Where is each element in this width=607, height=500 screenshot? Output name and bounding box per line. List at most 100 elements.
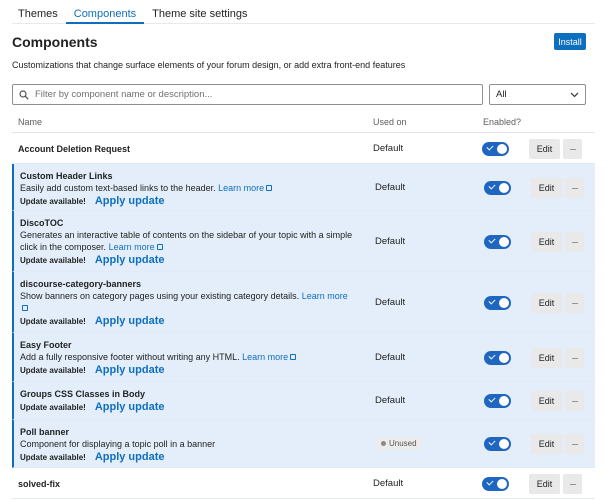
- apply-update-link[interactable]: Apply update: [95, 195, 165, 207]
- enabled-toggle[interactable]: [482, 477, 509, 491]
- component-name[interactable]: DiscoTOC: [20, 217, 355, 229]
- apply-update-link[interactable]: Apply update: [95, 254, 165, 266]
- apply-update-link[interactable]: Apply update: [95, 451, 165, 463]
- page-description: Customizations that change surface eleme…: [12, 60, 406, 70]
- more-options-button[interactable]: ···: [563, 474, 582, 494]
- search-icon: [19, 89, 29, 100]
- toggle-knob: [499, 183, 509, 193]
- update-line: Update available! Apply update: [20, 364, 355, 376]
- toggle-knob: [499, 298, 509, 308]
- apply-update-link[interactable]: Apply update: [95, 364, 165, 376]
- component-info: Account Deletion Request: [18, 143, 353, 155]
- update-available-label: Update available!: [20, 256, 86, 265]
- edit-button[interactable]: Edit: [531, 348, 562, 368]
- external-link-icon: [156, 244, 163, 250]
- edit-button[interactable]: Edit: [529, 139, 560, 159]
- tab-theme-site-settings[interactable]: Theme site settings: [144, 0, 255, 24]
- edit-button[interactable]: Edit: [531, 232, 562, 252]
- update-available-label: Update available!: [20, 403, 86, 412]
- tab-themes[interactable]: Themes: [12, 0, 66, 24]
- check-icon: [486, 478, 494, 486]
- component-name[interactable]: discourse-category-banners: [20, 278, 355, 290]
- filter-select[interactable]: All: [489, 84, 586, 105]
- check-icon: [486, 143, 494, 151]
- apply-update-link[interactable]: Apply update: [95, 401, 165, 413]
- toggle-knob: [499, 396, 509, 406]
- edit-button[interactable]: Edit: [531, 434, 562, 454]
- learn-more-link[interactable]: Learn more: [218, 183, 273, 193]
- table-row: Custom Header Links Easily add custom tex…: [12, 164, 595, 211]
- update-line: Update available! Apply update: [20, 315, 355, 327]
- status-dot-icon: [381, 441, 386, 446]
- update-available-label: Update available!: [20, 197, 86, 206]
- check-icon: [488, 182, 496, 190]
- more-options-button[interactable]: ···: [565, 391, 584, 411]
- component-name[interactable]: Easy Footer: [20, 339, 355, 351]
- used-on-value: Default: [375, 182, 406, 193]
- edit-button[interactable]: Edit: [531, 293, 562, 313]
- component-info: Groups CSS Classes in Body Update availab…: [20, 388, 355, 413]
- toggle-knob: [497, 144, 507, 154]
- table-row: solved-fix Default Edit ···: [12, 468, 595, 499]
- toggle-knob: [499, 237, 509, 247]
- table-row: Poll banner Component for displaying a to…: [12, 420, 595, 468]
- more-options-button[interactable]: ···: [565, 293, 584, 313]
- toggle-knob: [499, 353, 509, 363]
- table-row: Account Deletion Request Default Edit ···: [12, 133, 595, 164]
- description-text: Component for displaying a topic poll in…: [20, 439, 216, 449]
- unused-badge: Unused: [375, 437, 423, 450]
- unused-label: Unused: [389, 439, 417, 448]
- component-name[interactable]: Groups CSS Classes in Body: [20, 388, 355, 400]
- more-options-button[interactable]: ···: [563, 139, 582, 159]
- component-info: DiscoTOC Generates an interactive table o…: [20, 217, 355, 266]
- component-name[interactable]: Poll banner: [20, 426, 355, 438]
- apply-update-link[interactable]: Apply update: [95, 315, 165, 327]
- more-options-button[interactable]: ···: [565, 348, 584, 368]
- edit-button[interactable]: Edit: [529, 474, 560, 494]
- update-line: Update available! Apply update: [20, 254, 355, 266]
- install-button[interactable]: Install: [554, 33, 586, 50]
- edit-button[interactable]: Edit: [531, 391, 562, 411]
- component-info: Poll banner Component for displaying a to…: [20, 426, 355, 463]
- table-row: Groups CSS Classes in Body Update availab…: [12, 382, 595, 420]
- enabled-toggle[interactable]: [484, 394, 511, 408]
- enabled-toggle[interactable]: [484, 437, 511, 451]
- more-options-button[interactable]: ···: [565, 232, 584, 252]
- more-options-button[interactable]: ···: [565, 434, 584, 454]
- description-text: Add a fully responsive footer without wr…: [20, 352, 240, 362]
- enabled-toggle[interactable]: [484, 351, 511, 365]
- toggle-knob: [497, 479, 507, 489]
- enabled-toggle[interactable]: [484, 181, 511, 195]
- used-on-value: Default: [375, 395, 406, 406]
- header-used-on: Used on: [373, 117, 407, 127]
- description-text: Easily add custom text-based links to th…: [20, 183, 216, 193]
- enabled-toggle[interactable]: [484, 235, 511, 249]
- component-info: Easy Footer Add a fully responsive footer…: [20, 339, 355, 376]
- update-line: Update available! Apply update: [20, 451, 355, 463]
- used-on-value: Default: [375, 352, 406, 363]
- tab-components[interactable]: Components: [65, 0, 145, 24]
- filter-input[interactable]: [35, 89, 455, 100]
- component-info: discourse-category-banners Show banners o…: [20, 278, 355, 327]
- more-options-button[interactable]: ···: [565, 178, 584, 198]
- learn-more-label: Learn more: [301, 291, 348, 301]
- check-icon: [488, 438, 496, 446]
- filter-box[interactable]: [12, 84, 483, 105]
- learn-more-link[interactable]: Learn more: [242, 352, 297, 362]
- component-name[interactable]: solved-fix: [18, 478, 353, 490]
- edit-button[interactable]: Edit: [531, 178, 562, 198]
- used-on-value: Default: [375, 297, 406, 308]
- enabled-toggle[interactable]: [482, 142, 509, 156]
- update-available-label: Update available!: [20, 366, 86, 375]
- component-name[interactable]: Account Deletion Request: [18, 143, 353, 155]
- check-icon: [488, 236, 496, 244]
- component-description: Component for displaying a topic poll in…: [20, 438, 355, 450]
- used-on-value: Default: [375, 236, 406, 247]
- update-line: Update available! Apply update: [20, 195, 355, 207]
- component-description: Show banners on category pages using you…: [20, 290, 355, 314]
- component-name[interactable]: Custom Header Links: [20, 170, 355, 182]
- enabled-toggle[interactable]: [484, 296, 511, 310]
- learn-more-label: Learn more: [108, 242, 155, 252]
- learn-more-link[interactable]: Learn more: [109, 242, 163, 252]
- component-description: Generates an interactive table of conten…: [20, 229, 355, 253]
